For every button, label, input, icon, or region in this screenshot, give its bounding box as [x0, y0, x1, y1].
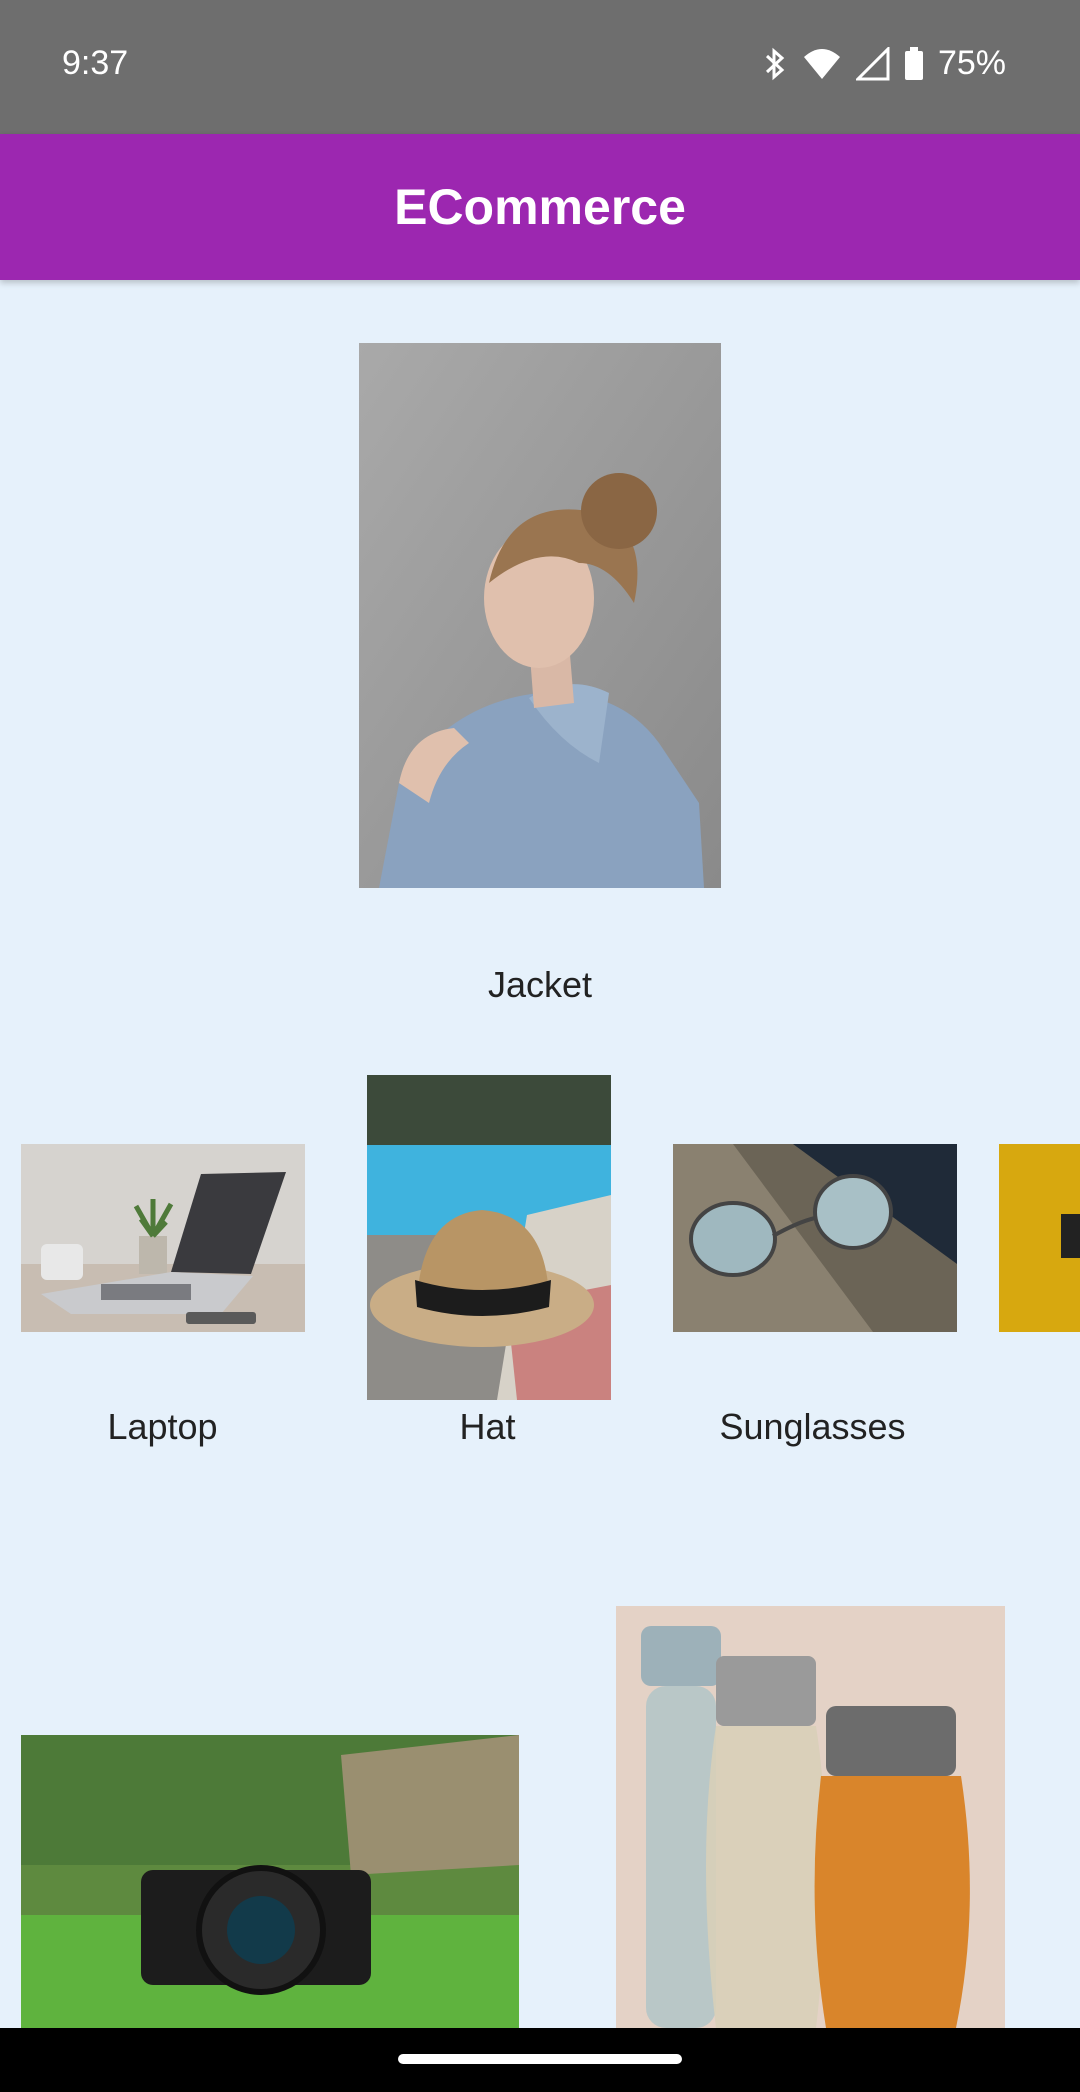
- product-card-camera[interactable]: [0, 1590, 540, 2028]
- partial-product-image[interactable]: [999, 1144, 1080, 1332]
- product-card-partial[interactable]: [975, 1060, 1080, 1480]
- camera-image[interactable]: [21, 1735, 519, 2028]
- sunglasses-label: Sunglasses: [719, 1406, 906, 1447]
- jacket-image[interactable]: [359, 343, 721, 888]
- product-card-sunglasses[interactable]: Sunglasses: [650, 1060, 975, 1480]
- hat-label: Hat: [459, 1406, 516, 1447]
- app-bar: ECommerce: [0, 134, 1080, 280]
- product-card-jacket[interactable]: Jacket: [0, 280, 1080, 1040]
- status-bar: 9:37 75%: [0, 0, 1080, 134]
- battery-icon: [904, 46, 923, 80]
- product-card-laptop[interactable]: Laptop: [0, 1060, 325, 1480]
- jacket-label: Jacket: [487, 964, 593, 1005]
- battery-percent: 75%: [937, 44, 1006, 82]
- bluetooth-icon: [765, 47, 785, 80]
- hat-image[interactable]: [367, 1075, 611, 1400]
- app-title: ECommerce: [394, 179, 686, 235]
- navigation-bar: [0, 2028, 1080, 2092]
- home-gesture-handle[interactable]: [398, 2054, 682, 2064]
- cell-signal-icon: [855, 46, 890, 80]
- sunglasses-image[interactable]: [673, 1144, 957, 1332]
- product-card-perfume[interactable]: [540, 1590, 1080, 2028]
- status-icons: 75%: [762, 44, 1006, 83]
- perfume-image[interactable]: [616, 1606, 1005, 2028]
- wifi-icon: [803, 48, 840, 79]
- product-card-hat[interactable]: Hat: [325, 1060, 650, 1480]
- product-list[interactable]: Jacket Laptop Hat Sunglasses: [0, 280, 1080, 2028]
- laptop-image[interactable]: [21, 1144, 305, 1332]
- laptop-label: Laptop: [107, 1406, 218, 1447]
- status-time: 9:37: [62, 44, 129, 82]
